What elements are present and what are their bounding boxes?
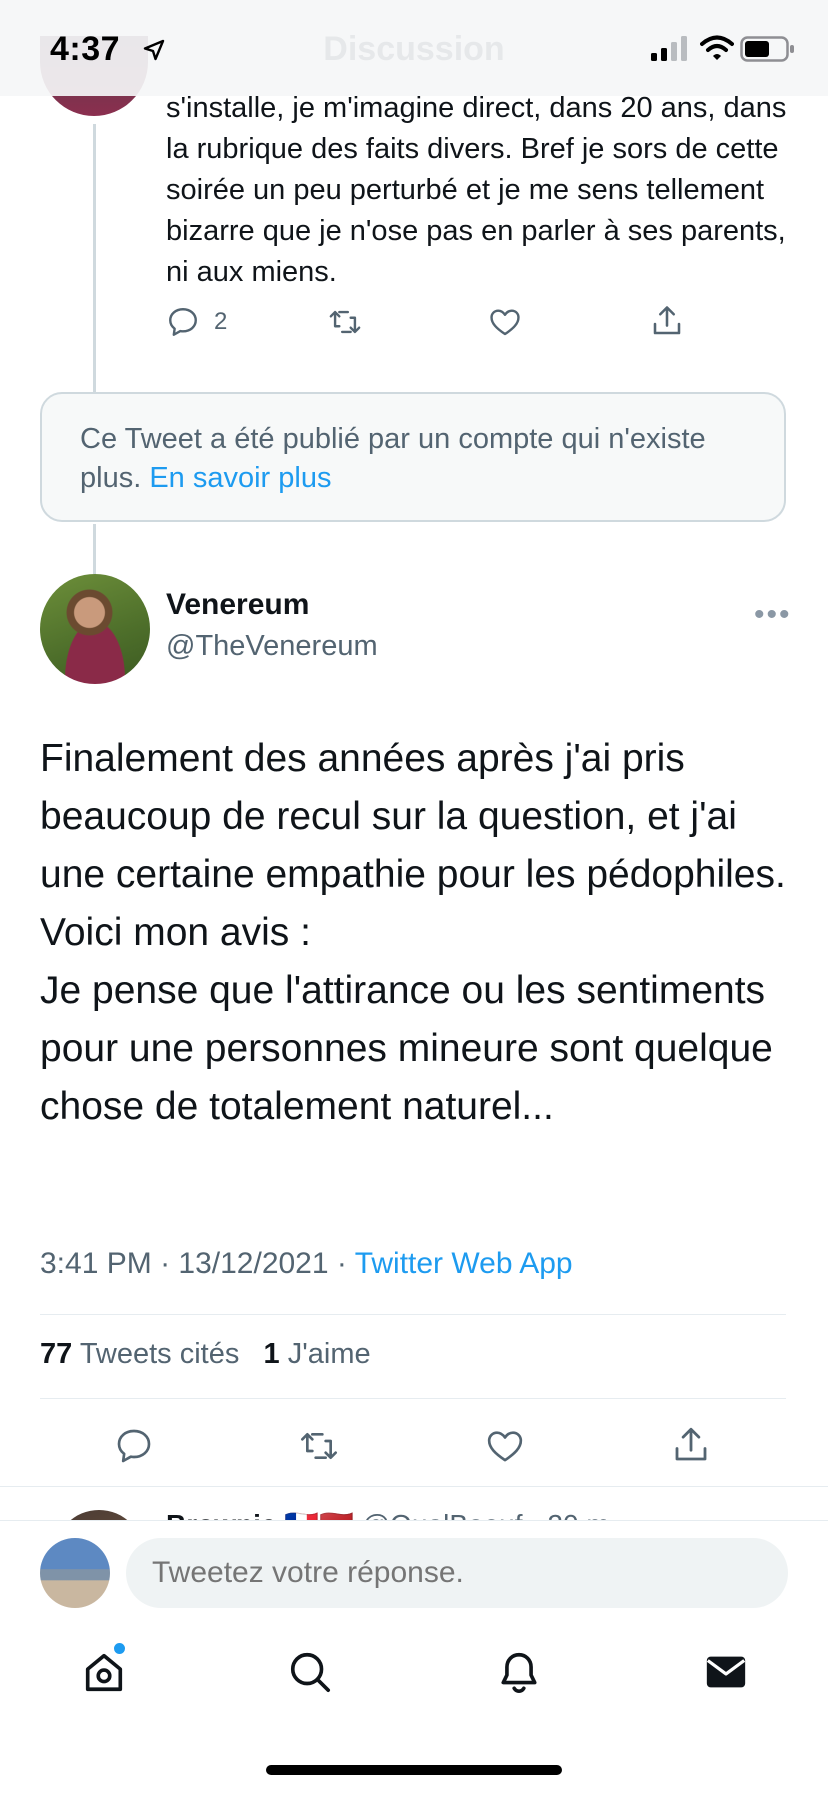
quotes-label: Tweets cités <box>79 1338 240 1370</box>
signal-icon <box>651 36 687 61</box>
author-name[interactable]: Venereum <box>166 588 309 622</box>
meta-separator: · <box>160 1247 179 1280</box>
tweet-meta: 3:41 PM · 13/12/2021 · Twitter Web App <box>40 1247 573 1281</box>
messages-icon <box>706 1656 746 1688</box>
reply-icon <box>117 1429 151 1463</box>
status-bar: Discussion 4:37 <box>0 0 828 96</box>
retweet-icon <box>329 310 361 334</box>
like-button[interactable] <box>488 305 522 339</box>
search-icon <box>290 1652 331 1693</box>
tweet-time: 3:41 PM <box>40 1247 152 1280</box>
tab-home[interactable] <box>72 1640 136 1704</box>
divider <box>40 1398 786 1399</box>
more-options-icon[interactable]: ••• <box>754 598 792 632</box>
share-icon <box>653 306 681 335</box>
heart-icon <box>490 309 520 336</box>
heart-icon <box>487 1431 523 1462</box>
reply-input[interactable] <box>126 1538 788 1608</box>
reply-icon <box>169 308 197 336</box>
location-arrow-icon <box>143 39 165 61</box>
quotes-count: 77 <box>40 1338 73 1370</box>
home-icon <box>85 1653 123 1692</box>
tab-search[interactable] <box>278 1640 342 1704</box>
status-time: 4:37 <box>50 30 121 68</box>
likes-stat[interactable]: 1 J'aime <box>264 1338 371 1370</box>
thread-line <box>93 124 96 392</box>
tab-notifications[interactable] <box>487 1640 551 1704</box>
main-reply-button[interactable] <box>114 1426 154 1466</box>
home-badge <box>114 1643 125 1654</box>
reply-button[interactable]: 2 <box>166 305 227 339</box>
tab-messages[interactable] <box>694 1640 758 1704</box>
tweet-source-link[interactable]: Twitter Web App <box>355 1247 573 1280</box>
retweet-button[interactable] <box>327 305 363 339</box>
quote-tweets-stat[interactable]: 77 Tweets cités <box>40 1338 239 1370</box>
deleted-tweet-notice: Ce Tweet a été publié par un compte qui … <box>40 392 786 522</box>
thread-line-lower <box>93 524 96 574</box>
tweet-text: Finalement des années après j'ai pris be… <box>40 730 800 1136</box>
tweet-date: 13/12/2021 <box>178 1247 329 1280</box>
share-icon <box>675 1427 707 1461</box>
wifi-icon <box>700 35 734 60</box>
retweet-icon <box>301 1433 337 1459</box>
author-handle[interactable]: @TheVenereum <box>166 630 378 663</box>
main-retweet-button[interactable] <box>298 1426 340 1466</box>
tweet-stats: 77 Tweets cités 1 J'aime <box>40 1338 371 1371</box>
tweet-paragraph: Finalement des années après j'ai pris be… <box>40 737 786 954</box>
main-like-button[interactable] <box>485 1426 525 1466</box>
likes-label: J'aime <box>287 1338 371 1370</box>
likes-count: 1 <box>263 1338 280 1370</box>
tweet-paragraph: Je pense que l'attirance ou les sentimen… <box>40 969 773 1128</box>
learn-more-link[interactable]: En savoir plus <box>149 462 331 494</box>
reply-count: 2 <box>214 308 228 335</box>
own-avatar[interactable] <box>40 1538 110 1608</box>
meta-separator: · <box>336 1247 355 1280</box>
battery-icon <box>740 36 794 62</box>
main-share-button[interactable] <box>670 1424 712 1466</box>
share-button[interactable] <box>649 303 685 339</box>
notifications-icon <box>501 1652 537 1693</box>
divider <box>0 1486 828 1487</box>
previous-tweet-text: s'installe, je m'imagine direct, dans 20… <box>166 92 787 288</box>
author-avatar[interactable] <box>40 574 150 684</box>
home-indicator <box>266 1765 562 1775</box>
divider <box>40 1314 786 1315</box>
